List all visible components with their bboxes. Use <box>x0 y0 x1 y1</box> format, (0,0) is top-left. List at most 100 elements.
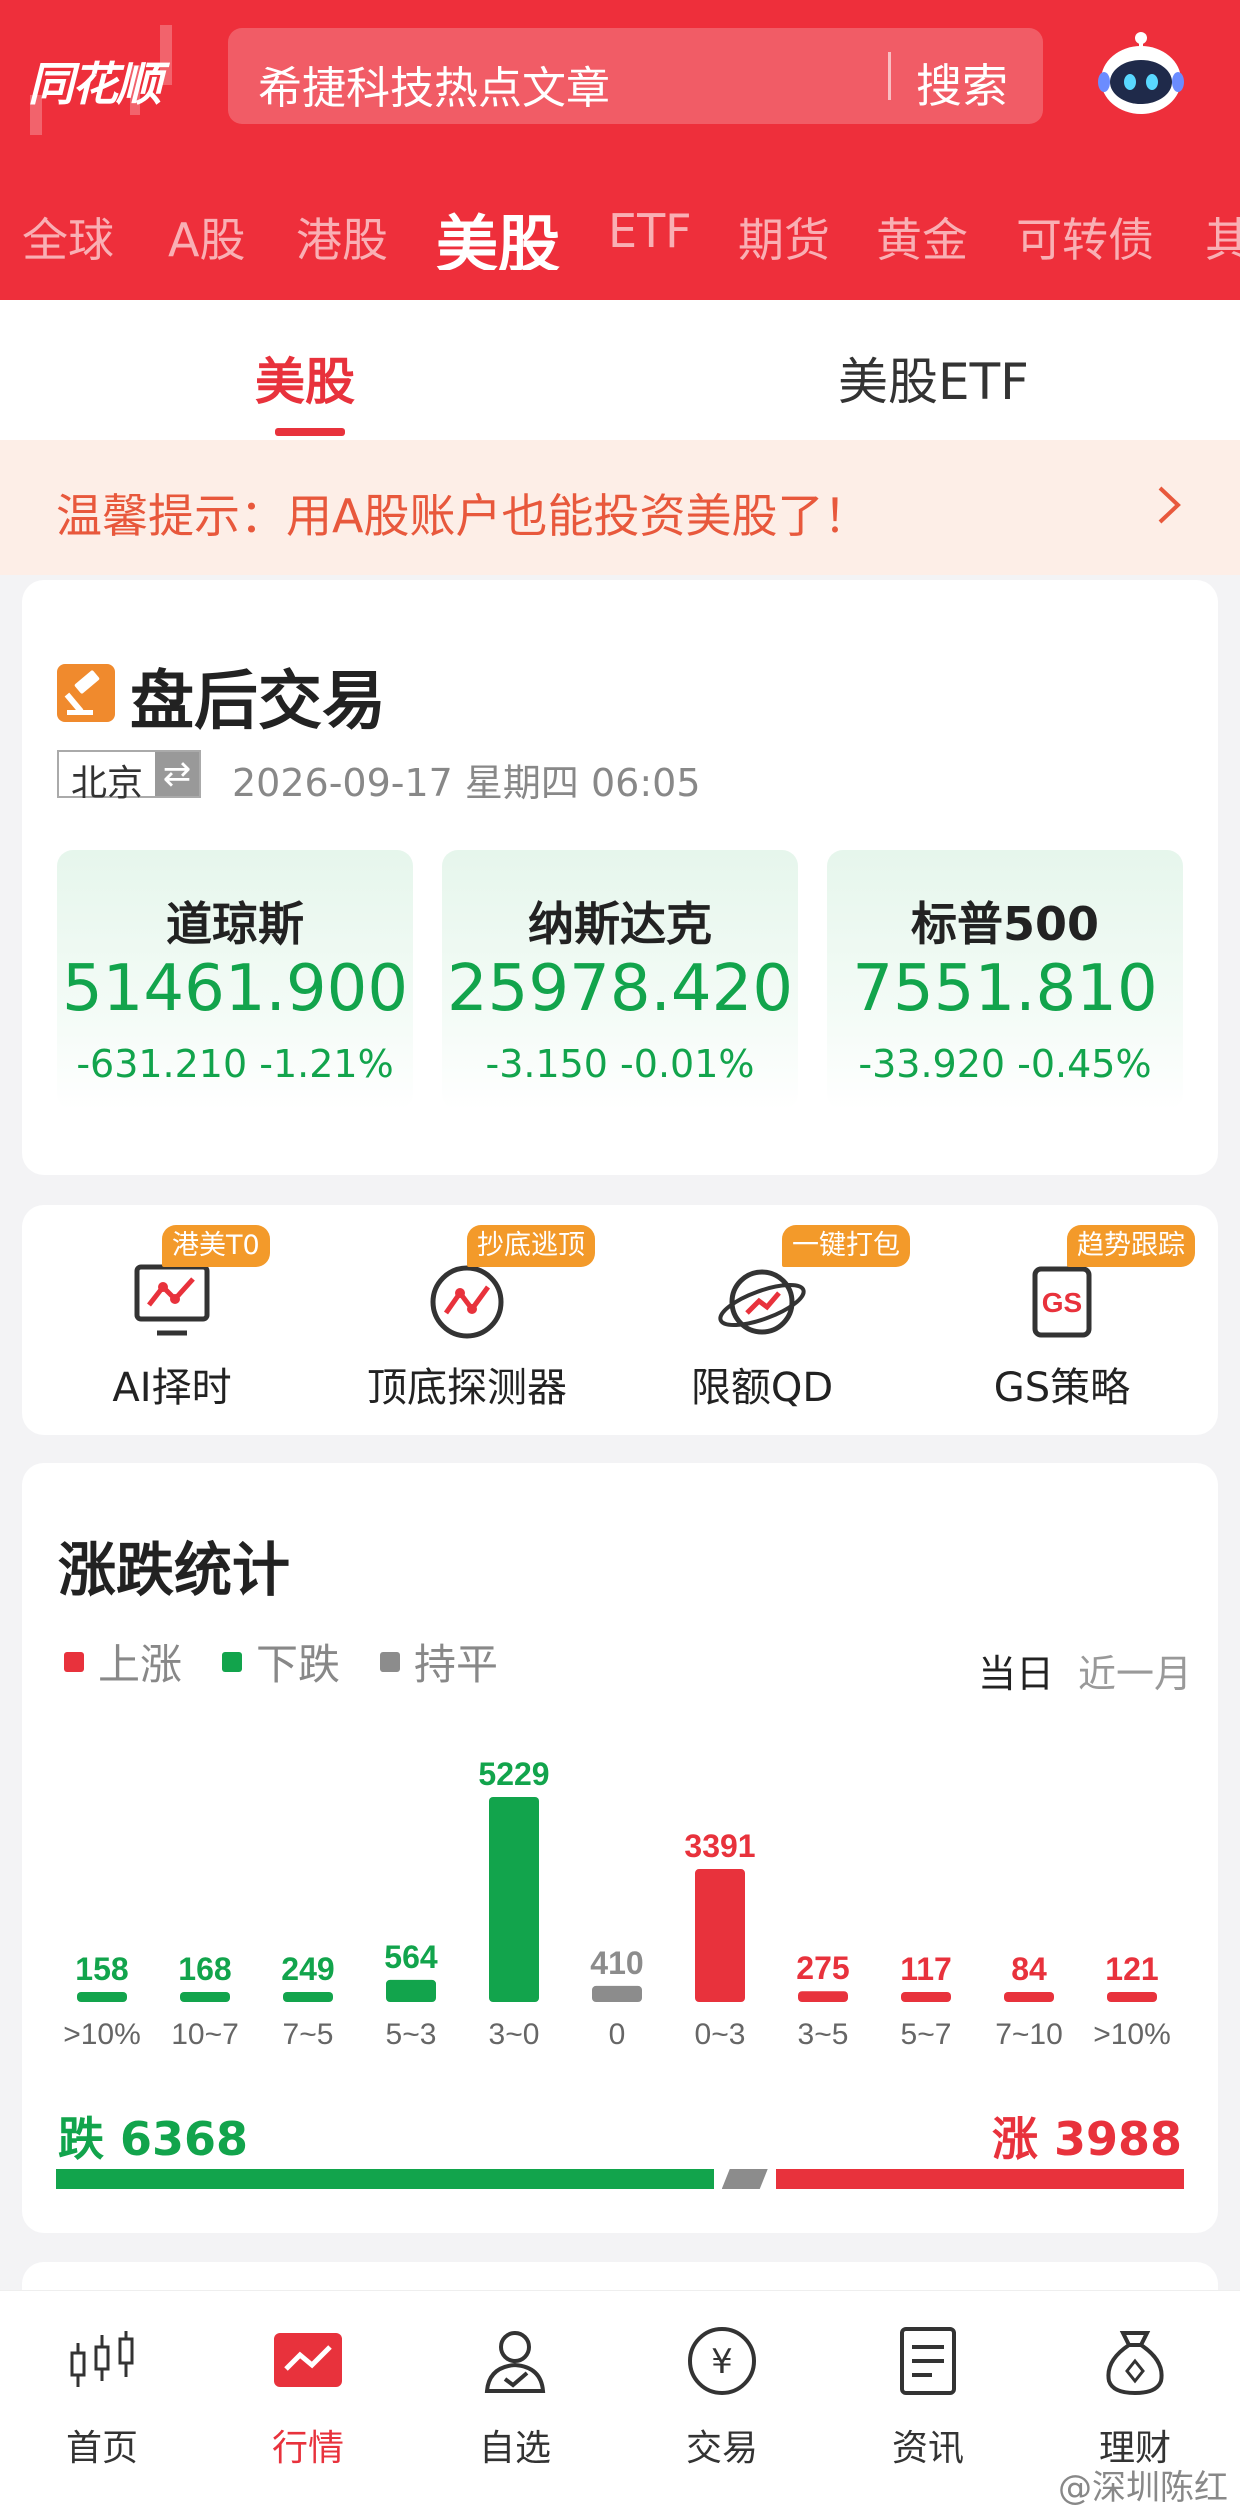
tab-other[interactable]: 其 <box>1205 204 1240 270</box>
bar-value-label: 3391 <box>684 1828 755 1864</box>
index-change: -33.920 -0.45% <box>858 1042 1152 1086</box>
switch-arrows-icon: ⇄ <box>155 752 200 796</box>
nav-wealth[interactable]: 理财 <box>1065 2321 1205 2471</box>
tool-badge: 港美T0 <box>162 1225 270 1267</box>
app-logo[interactable]: 同花顺 <box>28 48 162 114</box>
svg-text:GS: GS <box>1042 1287 1082 1318</box>
tool-gs-strategy[interactable]: GS 趋势跟踪 GS策略 <box>912 1205 1212 1435</box>
bar-3 <box>386 1979 436 2002</box>
bar-4 <box>489 1797 539 2002</box>
tool-top-bottom-detector[interactable]: 抄底逃顶 顶底探测器 <box>317 1205 617 1435</box>
bar-2 <box>283 1992 333 2002</box>
ai-robot-icon[interactable] <box>1096 28 1186 118</box>
tools-card: 港美T0 AI择时 抄底逃顶 顶底探测器 一键打包 限额QD GS 趋势跟踪 G… <box>22 1205 1218 1435</box>
tab-etf[interactable]: ETF <box>608 204 692 258</box>
bar-value-label: 158 <box>75 1951 128 1987</box>
category-label: 10~7 <box>171 2018 239 2051</box>
category-label: >10% <box>1093 2018 1171 2051</box>
trade-datetime: 2026-09-17 星期四 06:05 <box>232 761 701 805</box>
nav-label: 行情 <box>271 2428 344 2469</box>
news-document-icon <box>900 2327 956 2395</box>
nav-label: 交易 <box>685 2428 758 2469</box>
index-card-dow[interactable]: 道琼斯 51461.900 -631.210 -1.21% <box>57 850 413 1110</box>
market-tabs: 全球 A股 港股 美股 ETF 期货 黄金 可转债 其 <box>0 190 1240 270</box>
nav-label: 自选 <box>478 2428 551 2469</box>
notice-banner[interactable]: 温馨提示：用A股账户也能投资美股了！ <box>0 440 1240 575</box>
tab-gold[interactable]: 黄金 <box>876 204 968 270</box>
bar-6 <box>695 1869 745 2002</box>
tab-hk-stocks[interactable]: 港股 <box>296 204 388 270</box>
nav-market[interactable]: 行情 <box>238 2321 378 2471</box>
bar-value-label: 117 <box>900 1951 952 1987</box>
ratio-fall-segment <box>56 2169 714 2189</box>
distribution-bar-chart: 158 >10% 168 10~7 249 7~5 564 5~3 5229 3~0 410 0 339… <box>63 1756 1171 2051</box>
tab-futures[interactable]: 期货 <box>738 204 830 270</box>
money-bag-icon <box>1106 2331 1164 2396</box>
yuan-coin-icon: ¥ <box>688 2327 756 2395</box>
bar-9 <box>1004 1992 1054 2002</box>
subtab-us-etf[interactable]: 美股ETF <box>838 342 1029 414</box>
timezone-label: 北京 <box>59 752 156 804</box>
qd-globe-icon <box>718 1269 806 1335</box>
category-label: 0~3 <box>695 2018 746 2051</box>
bar-value-label: 275 <box>796 1950 849 1986</box>
svg-text:¥: ¥ <box>711 2342 733 2382</box>
user-icon <box>484 2331 546 2393</box>
tab-us-stocks[interactable]: 美股 <box>436 194 560 270</box>
category-label: 0 <box>609 2018 626 2051</box>
search-bar[interactable]: 希捷科技热点文章 搜索 <box>228 28 1043 124</box>
nav-trade[interactable]: ¥ 交易 <box>652 2321 792 2471</box>
watermark: @深圳陈红 <box>1058 2468 1228 2508</box>
tool-ai-timing[interactable]: 港美T0 AI择时 <box>22 1205 322 1435</box>
tool-quota-qd[interactable]: 一键打包 限额QD <box>612 1205 912 1435</box>
bar-value-label: 84 <box>1011 1951 1047 1987</box>
subtab-us-stocks[interactable]: 美股 <box>255 342 355 414</box>
gs-strategy-icon: GS <box>1032 1266 1092 1338</box>
search-button[interactable]: 搜索 <box>916 50 1008 116</box>
timezone-toggle[interactable]: 北京 ⇄ <box>57 750 202 804</box>
category-label: 5~3 <box>386 2018 437 2051</box>
index-price: 7551.810 <box>852 952 1158 1026</box>
index-change: -631.210 -1.21% <box>76 1042 394 1086</box>
category-label: 3~0 <box>489 2018 540 2051</box>
category-label: 7~5 <box>283 2018 334 2051</box>
bar-value-label: 249 <box>281 1951 334 1987</box>
nav-watchlist[interactable]: 自选 <box>445 2321 585 2471</box>
index-card-nasdaq[interactable]: 纳斯达克 25978.420 -3.150 -0.01% <box>442 850 798 1110</box>
bar-10 <box>1107 1992 1157 2002</box>
rise-fall-ratio-bar <box>56 2169 1184 2189</box>
category-label: 5~7 <box>901 2018 952 2051</box>
bar-7 <box>798 1991 848 2002</box>
tool-label: GS策略 <box>993 1365 1131 1411</box>
top-header: 同花顺 希捷科技热点文章 搜索 全球 A股 港股 美股 ETF 期货 黄金 可转… <box>0 0 1240 300</box>
active-tab-indicator <box>275 428 345 436</box>
category-label: 7~10 <box>995 2018 1063 2051</box>
bar-value-label: 121 <box>1105 1951 1158 1987</box>
index-change: -3.150 -0.01% <box>485 1042 755 1086</box>
index-card-sp500[interactable]: 标普500 7551.810 -33.920 -0.45% <box>827 850 1183 1110</box>
bar-value-label: 564 <box>384 1939 438 1975</box>
search-placeholder[interactable]: 希捷科技热点文章 <box>258 52 610 116</box>
index-name: 道琼斯 <box>166 897 304 951</box>
nav-home[interactable]: 首页 <box>32 2321 172 2471</box>
ratio-flat-segment <box>722 2169 768 2189</box>
category-label: >10% <box>63 2018 141 2051</box>
tool-label: AI择时 <box>112 1365 232 1411</box>
tab-convertible-bonds[interactable]: 可转债 <box>1016 204 1154 270</box>
tool-label: 限额QD <box>690 1365 834 1411</box>
ai-timing-icon <box>134 1264 210 1336</box>
bar-8 <box>901 1992 951 2002</box>
sub-tabs: 美股 美股ETF <box>0 300 1240 440</box>
after-hours-card: 盘后交易 北京 ⇄ 2026-09-17 星期四 06:05 道琼斯 51461… <box>22 580 1218 1175</box>
tab-a-shares[interactable]: A股 <box>168 204 245 270</box>
bar-1 <box>180 1992 230 2002</box>
fall-total: 跌 6368 <box>58 2112 249 2166</box>
after-hours-title: 盘后交易 <box>130 665 386 739</box>
detector-icon <box>430 1265 504 1339</box>
tool-badge: 一键打包 <box>782 1225 910 1267</box>
candlestick-icon <box>70 2331 134 2387</box>
nav-news[interactable]: 资讯 <box>858 2321 998 2471</box>
tool-badge: 抄底逃顶 <box>467 1225 595 1267</box>
tab-global[interactable]: 全球 <box>22 204 114 270</box>
index-price: 51461.900 <box>61 952 409 1026</box>
